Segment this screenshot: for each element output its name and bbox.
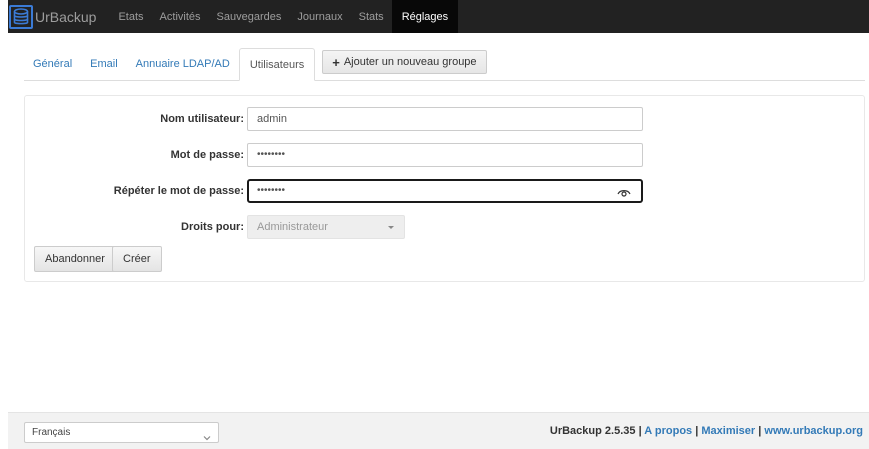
- settings-tabs: Général Email Annuaire LDAP/AD Utilisate…: [24, 48, 865, 81]
- rights-row: Droits pour: Administrateur: [25, 215, 864, 239]
- about-link[interactable]: A propos: [644, 425, 692, 437]
- add-group-label: Ajouter un nouveau groupe: [343, 56, 477, 68]
- footer-links: UrBackup 2.5.35 | A propos | Maximiser |…: [550, 413, 863, 449]
- tab-general[interactable]: Général: [24, 48, 81, 80]
- caret-down-icon: [388, 226, 394, 229]
- website-link[interactable]: www.urbackup.org: [764, 425, 863, 437]
- footer: Français UrBackup 2.5.35 | A propos | Ma…: [8, 412, 869, 449]
- tab-email[interactable]: Email: [81, 48, 127, 80]
- rights-select[interactable]: Administrateur: [247, 215, 405, 239]
- nav-item-stats[interactable]: Stats: [351, 0, 392, 33]
- brand[interactable]: UrBackup: [8, 0, 96, 33]
- rights-label: Droits pour:: [181, 221, 244, 233]
- password-row: Mot de passe: ••••••••: [25, 143, 864, 167]
- database-logo-icon: [9, 4, 33, 29]
- maximize-link[interactable]: Maximiser: [701, 425, 755, 437]
- brand-name: UrBackup: [35, 8, 97, 25]
- repeat-password-value: ••••••••: [257, 185, 286, 196]
- create-user-form: Nom utilisateur: admin Mot de passe: •••…: [24, 95, 865, 282]
- reveal-password-eye-icon[interactable]: [617, 186, 631, 206]
- nav-item-journaux[interactable]: Journaux: [289, 0, 350, 33]
- repeat-password-label: Répéter le mot de passe:: [113, 185, 244, 197]
- add-group-button[interactable]: + Ajouter un nouveau groupe: [322, 50, 487, 74]
- language-selected-value: Français: [32, 427, 71, 438]
- password-input[interactable]: ••••••••: [247, 143, 643, 167]
- username-input[interactable]: admin: [247, 107, 643, 131]
- separator: |: [758, 425, 762, 437]
- nav-item-activites[interactable]: Activités: [152, 0, 209, 33]
- tab-users[interactable]: Utilisateurs: [238, 48, 316, 81]
- username-label: Nom utilisateur:: [160, 113, 244, 125]
- nav-item-reglages[interactable]: Réglages: [391, 0, 459, 33]
- username-row: Nom utilisateur: admin: [25, 107, 864, 131]
- tab-ldap[interactable]: Annuaire LDAP/AD: [127, 48, 239, 80]
- version-text: UrBackup 2.5.35: [549, 425, 636, 437]
- nav-item-etats[interactable]: Etats: [110, 0, 151, 33]
- password-label: Mot de passe:: [170, 149, 244, 161]
- repeat-password-input[interactable]: ••••••••: [247, 179, 643, 203]
- rights-selected-value: Administrateur: [257, 221, 328, 233]
- nav-item-sauvegardes[interactable]: Sauvegardes: [209, 0, 290, 33]
- cancel-button[interactable]: Abandonner: [34, 246, 116, 272]
- separator: |: [638, 425, 642, 437]
- separator: |: [695, 425, 699, 437]
- repeat-password-row: Répéter le mot de passe: ••••••••: [25, 179, 864, 203]
- language-select[interactable]: Français: [24, 422, 219, 443]
- create-button[interactable]: Créer: [112, 246, 162, 272]
- chevron-down-icon: [203, 429, 211, 448]
- top-navbar: UrBackup Etats Activités Sauvegardes Jou…: [8, 0, 869, 33]
- plus-icon: +: [332, 54, 340, 70]
